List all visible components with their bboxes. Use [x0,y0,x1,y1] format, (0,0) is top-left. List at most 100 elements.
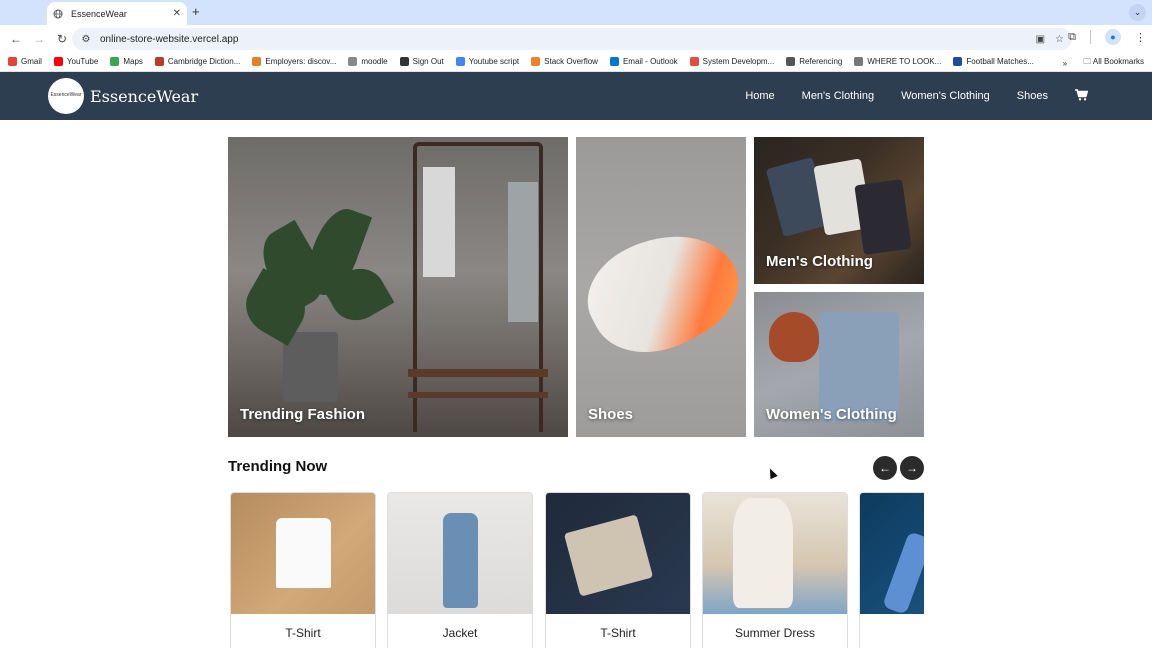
bookmark-favicon-icon [689,57,699,66]
trending-now-heading: Trending Now [228,458,328,475]
product-name: T-Shirt [600,626,636,640]
nav-womens-clothing[interactable]: Women's Clothing [901,90,990,102]
bookmark-item[interactable]: YouTube [53,57,99,66]
install-app-icon[interactable]: ▣ [1036,34,1045,45]
tile-label: Men's Clothing [766,253,873,270]
product-name: Summer Dress [734,626,815,640]
bookmark-label: Sign Out [412,57,444,66]
bookmark-item[interactable]: Youtube script [455,57,520,66]
bookmark-item[interactable]: moodle [348,57,388,66]
tab-search-chevron-icon[interactable]: ⌄ [1129,4,1146,21]
product-card[interactable]: T-Shirt [545,492,691,648]
product-image [703,493,847,614]
bookmark-favicon-icon [399,57,409,66]
url-text[interactable]: online-store-website.vercel.app [100,34,1036,45]
tshirt-image [563,514,654,597]
bookmark-label: Football Matches... [966,57,1034,66]
all-bookmarks-button[interactable]: 🗀 All Bookmarks [1083,56,1144,70]
bookmark-favicon-icon [110,57,120,66]
reload-icon[interactable]: ↻ [52,29,72,49]
knit-hat-image [769,312,819,362]
bookmark-label: Email - Outlook [622,57,678,66]
bookmark-item[interactable]: System Developm... [689,57,775,66]
bookmark-label: moodle [361,57,388,66]
bookmark-label: Cambridge Diction... [167,57,241,66]
bookmark-favicon-icon [953,57,963,66]
nav-mens-clothing[interactable]: Men's Clothing [802,90,874,102]
bookmark-label: System Developm... [702,57,775,66]
product-image [388,493,532,614]
rack-shelf-image [408,369,548,377]
plant-pot-image [283,332,338,402]
bookmark-item[interactable]: Gmail [8,57,42,66]
hero-grid: Trending Fashion Shoes Men's Clothing Wo… [228,137,924,437]
cart-icon[interactable] [1075,88,1089,104]
product-card[interactable]: Jacket [387,492,533,648]
bookmark-item[interactable]: WHERE TO LOOK... [854,57,941,66]
main-nav: Home Men's Clothing Women's Clothing Sho… [745,72,1089,120]
bookmark-label: Stack Overflow [544,57,598,66]
mouse-cursor-icon [766,466,778,480]
new-tab-button[interactable]: + [192,4,200,19]
logo-badge[interactable]: EssenceWear [48,78,84,114]
jacket-image [443,513,478,608]
bookmark-favicon-icon [531,57,541,66]
bookmark-item[interactable]: Cambridge Diction... [154,57,241,66]
bookmark-label: Employers: discov... [265,57,337,66]
browser-tabstrip: EssenceWear ✕ + ⌄ [0,0,1152,25]
bookmark-item[interactable]: Football Matches... [953,57,1034,66]
toolbar-divider [1090,30,1091,44]
bookmark-item[interactable]: Referencing [786,57,842,66]
nav-home[interactable]: Home [745,90,774,102]
profile-avatar-icon[interactable]: ● [1105,29,1121,45]
bookmark-favicon-icon [154,57,164,66]
carousel-next-button[interactable]: → [900,456,924,480]
womens-clothing-tile[interactable]: Women's Clothing [754,292,924,437]
product-image [860,493,924,615]
bookmark-favicon-icon [8,57,17,66]
close-tab-icon[interactable]: ✕ [173,8,181,19]
bookmark-favicon-icon [252,57,262,66]
tile-label: Shoes [588,406,634,423]
product-card[interactable]: Je [859,492,924,648]
address-bar[interactable]: ⚙ online-store-website.vercel.app ▣ ☆ [72,28,1072,50]
extensions-icon[interactable]: ⧉ [1068,31,1076,44]
bookmark-favicon-icon [455,57,465,66]
bookmark-favicon-icon [53,57,63,66]
product-card[interactable]: Summer Dress [702,492,848,648]
product-name: T-Shirt [285,626,321,640]
bookmark-item[interactable]: Stack Overflow [531,57,598,66]
browser-tab[interactable]: EssenceWear ✕ [47,2,187,25]
forward-arrow-icon[interactable]: → [29,29,49,49]
tshirt-image [276,518,331,588]
shoes-tile[interactable]: Shoes [576,137,746,437]
more-bookmarks-icon[interactable]: » [1063,59,1067,68]
bookmark-item[interactable]: Maps [110,57,143,66]
product-card[interactable]: T-Shirt [230,492,376,648]
tab-title: EssenceWear [71,8,127,19]
bookmark-favicon-icon [786,57,796,66]
bookmark-item[interactable]: Sign Out [399,57,444,66]
carousel-prev-button[interactable]: ← [873,456,897,480]
nav-shoes[interactable]: Shoes [1017,90,1048,102]
trending-fashion-tile[interactable]: Trending Fashion [228,137,568,437]
bookmark-favicon-icon [348,57,358,66]
menu-kebab-icon[interactable]: ⋮ [1135,31,1146,44]
sneaker-image [576,208,746,376]
bookmark-item[interactable]: Employers: discov... [252,57,336,66]
folder-icon: 🗀 [1083,57,1092,66]
site-info-icon[interactable]: ⚙ [80,33,92,45]
bookmark-star-icon[interactable]: ☆ [1055,34,1064,45]
bookmark-label: Gmail [21,57,42,66]
tile-label: Trending Fashion [240,406,366,423]
hanging-shirt-image [508,182,538,322]
mens-clothing-tile[interactable]: Men's Clothing [754,137,924,284]
bookmark-label: YouTube [66,57,99,66]
bookmark-item[interactable]: Email - Outlook [609,57,678,66]
browser-toolbar: ← → ↻ ⚙ online-store-website.vercel.app … [0,25,1152,52]
bookmarks-bar: Gmail YouTube Maps Cambridge Diction... Empl… [0,52,1152,72]
bookmark-label: Referencing [799,57,843,66]
bookmark-label: Youtube script [468,57,520,66]
brand-name[interactable]: EssenceWear [90,87,198,106]
back-arrow-icon[interactable]: ← [6,29,26,49]
